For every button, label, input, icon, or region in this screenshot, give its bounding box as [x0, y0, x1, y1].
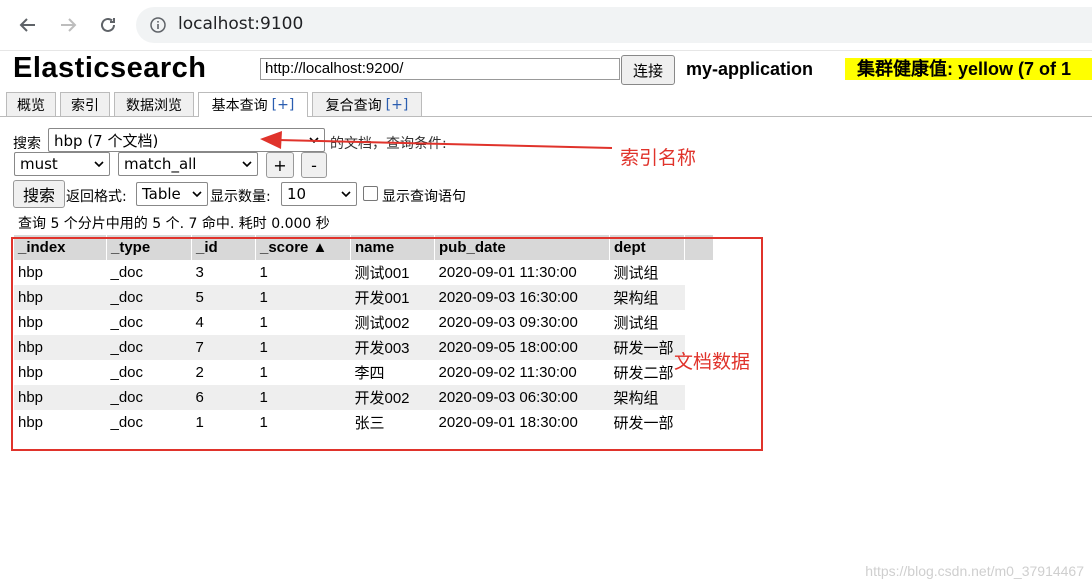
tab-plus: [+] — [271, 97, 295, 113]
address-url[interactable]: localhost:9100 — [178, 14, 303, 34]
size-select[interactable]: 10 — [281, 182, 357, 206]
tab-label: 数据浏览 — [126, 97, 182, 114]
cluster-name: my-application — [686, 59, 814, 79]
cluster-url-input[interactable]: http://localhost:9200/ — [260, 58, 620, 80]
annotation-box — [11, 237, 763, 451]
tab-basic-query[interactable]: 基本查询 [+] — [198, 92, 308, 117]
tab-complex-query[interactable]: 复合查询 [+] — [312, 92, 422, 116]
chevron-down-icon — [94, 161, 104, 168]
bool-select-value: must — [20, 155, 58, 173]
tab-label: 基本查询 — [211, 98, 268, 114]
format-select-value: Table — [142, 185, 181, 203]
chevron-down-icon — [309, 137, 319, 144]
back-arrow-icon[interactable] — [14, 11, 42, 39]
match-select[interactable]: match_all — [118, 152, 258, 176]
index-name-annotation: 索引名称 — [620, 147, 697, 169]
format-label: 返回格式: — [66, 189, 127, 205]
tab-label: 概览 — [17, 97, 45, 114]
tab-overview[interactable]: 概览 — [6, 92, 56, 116]
search-label: 搜索 — [13, 136, 41, 152]
add-condition-button[interactable]: + — [266, 152, 294, 178]
watermark: https://blog.csdn.net/m0_37914467 — [865, 563, 1084, 579]
bool-select[interactable]: must — [14, 152, 110, 176]
cluster-health-badge: 集群健康值: yellow (7 of 1 — [845, 58, 1092, 80]
show-query-label: 显示查询语句 — [382, 189, 466, 205]
connect-button[interactable]: 连接 — [621, 55, 675, 85]
index-select[interactable]: hbp (7 个文档) — [48, 128, 325, 152]
reload-icon[interactable] — [94, 11, 122, 39]
tabs-divider — [0, 116, 1092, 117]
app-title: Elasticsearch — [13, 52, 207, 84]
search-button[interactable]: 搜索 — [13, 180, 65, 208]
chevron-down-icon — [192, 191, 202, 198]
forward-arrow-icon[interactable] — [54, 11, 82, 39]
tab-plus: [+] — [385, 96, 409, 113]
tab-indices[interactable]: 索引 — [60, 92, 110, 116]
chevron-down-icon — [242, 161, 252, 168]
info-icon[interactable] — [150, 17, 166, 33]
size-select-value: 10 — [287, 185, 307, 203]
format-select[interactable]: Table — [136, 182, 208, 206]
query-condition-label: 的文档，查询条件: — [330, 136, 447, 152]
query-status: 查询 5 个分片中用的 5 个. 7 命中. 耗时 0.000 秒 — [18, 216, 330, 232]
remove-condition-button[interactable]: - — [301, 152, 327, 178]
tab-browser[interactable]: 数据浏览 — [114, 92, 194, 116]
match-select-value: match_all — [124, 155, 197, 173]
tab-label: 复合查询 — [325, 97, 382, 114]
index-select-value: hbp (7 个文档) — [54, 131, 159, 150]
show-query-checkbox[interactable] — [363, 186, 378, 201]
doc-data-annotation: 文档数据 — [674, 351, 751, 373]
tab-label: 索引 — [71, 97, 99, 114]
size-label: 显示数量: — [210, 189, 271, 205]
chevron-down-icon — [341, 191, 351, 198]
